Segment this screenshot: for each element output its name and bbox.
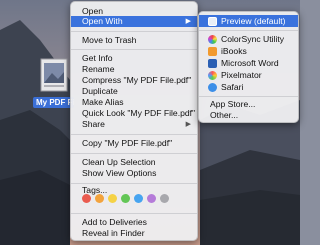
- menu-item-get-info[interactable]: Get Info: [71, 53, 197, 64]
- menu-separator: [71, 213, 197, 214]
- menu-item-label: Add to Deliveries: [82, 217, 147, 227]
- submenu-item-microsoft-word[interactable]: Microsoft Word: [199, 57, 298, 69]
- submenu-item-label: Safari: [221, 82, 244, 92]
- submenu-item-colorsync[interactable]: ColorSync Utility: [199, 33, 298, 45]
- tag-red-dot[interactable]: [82, 194, 91, 203]
- menu-item-rename[interactable]: Rename: [71, 64, 197, 75]
- menu-item-label: Duplicate: [82, 86, 118, 96]
- menu-item-clean-up-selection[interactable]: Clean Up Selection: [71, 157, 197, 168]
- tag-blue-dot[interactable]: [134, 194, 143, 203]
- menu-item-show-view-options[interactable]: Show View Options: [71, 168, 197, 179]
- menu-item-reveal-in-finder[interactable]: Reveal in Finder: [71, 228, 197, 239]
- menu-separator: [71, 134, 197, 135]
- word-app-icon: [208, 59, 217, 68]
- menu-item-label: Compress "My PDF File.pdf": [82, 75, 192, 85]
- submenu-arrow-icon: ▶: [185, 121, 191, 128]
- menu-item-label: Rename: [82, 64, 115, 74]
- tag-orange-dot[interactable]: [95, 194, 104, 203]
- submenu-item-safari[interactable]: Safari: [199, 81, 298, 93]
- menu-item-label: Make Alias: [82, 97, 124, 107]
- menu-item-label: Share: [82, 119, 105, 129]
- tag-green-dot[interactable]: [121, 194, 130, 203]
- submenu-item-preview[interactable]: Preview (default): [199, 15, 298, 27]
- menu-item-label: Move to Trash: [82, 35, 137, 45]
- menu-item-quick-look[interactable]: Quick Look "My PDF File.pdf": [71, 108, 197, 119]
- menu-item-share[interactable]: Share ▶: [71, 119, 197, 130]
- pixelmator-app-icon: [208, 71, 217, 80]
- submenu-item-label: Preview (default): [221, 16, 286, 26]
- tag-purple-dot[interactable]: [147, 194, 156, 203]
- safari-app-icon: [208, 83, 217, 92]
- menu-item-copy[interactable]: Copy "My PDF File.pdf": [71, 138, 197, 149]
- menu-item-label: Get Info: [82, 53, 113, 63]
- preview-app-icon: [208, 17, 217, 26]
- tag-gray-dot[interactable]: [160, 194, 169, 203]
- submenu-item-label: App Store...: [210, 99, 256, 109]
- menu-separator: [199, 96, 298, 97]
- menu-item-label: Show View Options: [82, 168, 157, 178]
- menu-item-add-to-deliveries[interactable]: Add to Deliveries: [71, 217, 197, 228]
- menu-separator: [71, 153, 197, 154]
- menu-separator: [199, 30, 298, 31]
- menu-item-make-alias[interactable]: Make Alias: [71, 97, 197, 108]
- open-with-submenu: Preview (default) ColorSync Utility iBoo…: [198, 11, 299, 123]
- submenu-item-pixelmator[interactable]: Pixelmator: [199, 69, 298, 81]
- menu-separator: [71, 31, 197, 32]
- menu-item-label: Clean Up Selection: [82, 157, 156, 167]
- ibooks-app-icon: [208, 47, 217, 56]
- pdf-file-icon[interactable]: [40, 58, 68, 92]
- menu-item-compress[interactable]: Compress "My PDF File.pdf": [71, 75, 197, 86]
- submenu-item-other[interactable]: Other...: [199, 109, 298, 121]
- context-menu: Open Open With ▶ Move to Trash Get Info …: [70, 1, 198, 241]
- submenu-arrow-icon: ▶: [185, 18, 191, 25]
- menu-item-move-to-trash[interactable]: Move to Trash: [71, 35, 197, 46]
- submenu-item-label: iBooks: [221, 46, 247, 56]
- menu-item-label: Copy "My PDF File.pdf": [82, 138, 173, 148]
- submenu-item-label: Microsoft Word: [221, 58, 279, 68]
- submenu-item-label: ColorSync Utility: [221, 34, 285, 44]
- submenu-item-label: Pixelmator: [221, 70, 262, 80]
- tag-yellow-dot[interactable]: [108, 194, 117, 203]
- colorsync-app-icon: [208, 35, 217, 44]
- menu-item-label: Open: [82, 6, 104, 16]
- menu-item-label: Reveal in Finder: [82, 228, 145, 238]
- menu-item-duplicate[interactable]: Duplicate: [71, 86, 197, 97]
- menu-separator: [71, 183, 197, 184]
- submenu-item-label: Other...: [210, 110, 239, 120]
- menu-item-tags[interactable]: Tags...: [71, 185, 197, 196]
- file-name-label[interactable]: My PDF File.pdf: [33, 97, 74, 108]
- menu-item-label: Open With: [82, 16, 123, 26]
- submenu-item-ibooks[interactable]: iBooks: [199, 45, 298, 57]
- menu-item-open-with[interactable]: Open With ▶: [71, 16, 197, 27]
- menu-separator: [71, 49, 197, 50]
- menu-item-label: Quick Look "My PDF File.pdf": [82, 108, 196, 118]
